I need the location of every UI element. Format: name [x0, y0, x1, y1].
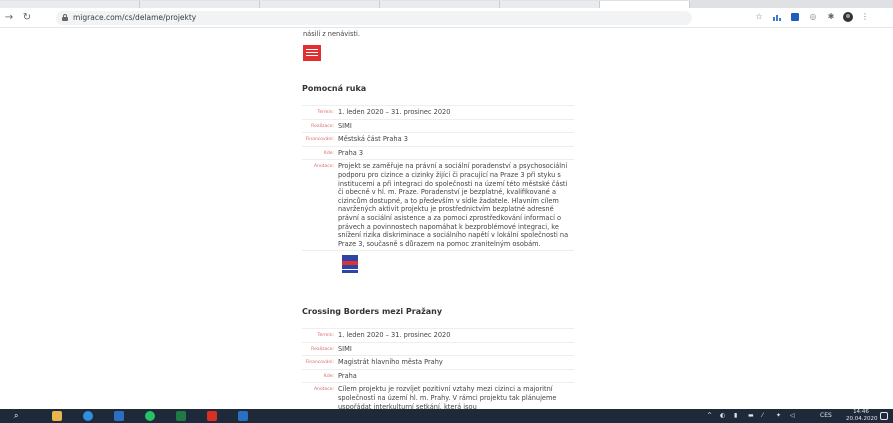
project-row-location: Kde: Praha	[302, 368, 574, 383]
project-row-annotation: Anotace: Cílem projektu je rozvíjet pozi…	[302, 382, 574, 409]
project-row-location: Kde: Praha 3	[302, 145, 574, 160]
browser-tab[interactable]	[260, 1, 380, 8]
forward-icon[interactable]: →	[2, 11, 16, 25]
display-icon[interactable]: ▬	[748, 412, 754, 420]
notifications-icon[interactable]	[880, 412, 888, 420]
clock[interactable]: 14:46 20.04.2020	[846, 409, 878, 422]
browser-toolbar: → ↻ migrace.com/cs/delame/projekty ☆ ◎ ✱…	[0, 8, 893, 28]
browser-tab-active[interactable]	[600, 1, 690, 8]
search-icon[interactable]: ⌕	[14, 411, 24, 421]
page-viewport: násilí z nenávisti. Pomocná ruka Termín:…	[0, 29, 893, 409]
volume-icon[interactable]: ◁	[790, 412, 795, 420]
network-icon[interactable]: ◐	[720, 412, 725, 420]
extension-icon[interactable]	[790, 12, 800, 22]
excel-icon[interactable]	[176, 411, 186, 421]
taskbar: ⌕ ^ ◐ ▮ ▬ ⁄ ✦ ◁ CES 14:46 20.04.2020	[0, 409, 893, 423]
lock-icon	[62, 14, 68, 21]
file-explorer-icon[interactable]	[52, 411, 62, 421]
star-icon[interactable]: ☆	[754, 12, 764, 22]
reload-icon[interactable]: ↻	[20, 11, 34, 25]
project-card: Crossing Borders mezi Pražany Termín: 1.…	[302, 307, 574, 409]
chrome-icon[interactable]	[83, 411, 93, 421]
extension-icon[interactable]: ◎	[808, 12, 818, 22]
puzzle-icon[interactable]: ✱	[826, 12, 836, 22]
tab-strip	[0, 0, 893, 8]
word-icon[interactable]	[238, 411, 248, 421]
project-card: Pomocná ruka Termín: 1. leden 2020 – 31.…	[302, 84, 574, 277]
pen-icon[interactable]: ⁄	[762, 412, 763, 420]
word-icon[interactable]	[114, 411, 124, 421]
tray-chevron-icon[interactable]: ^	[707, 412, 712, 420]
browser-tab[interactable]	[0, 1, 140, 8]
project-title[interactable]: Crossing Borders mezi Pražany	[302, 307, 574, 316]
clock-date: 20.04.2020	[846, 415, 878, 422]
language-indicator[interactable]: CES	[820, 412, 832, 420]
url-text: migrace.com/cs/delame/projekty	[73, 13, 197, 22]
project-row-funding: Financování: Magistrát hlavního města Pr…	[302, 355, 574, 369]
project-row-funding: Financování: Městská část Praha 3	[302, 132, 574, 146]
address-bar[interactable]: migrace.com/cs/delame/projekty	[56, 11, 692, 25]
previous-annotation-end: násilí z nenávisti.	[303, 30, 360, 38]
browser-tab[interactable]	[500, 1, 600, 8]
avatar[interactable]	[843, 12, 853, 22]
project-row-logo	[302, 250, 574, 277]
browser-tab[interactable]	[140, 1, 260, 8]
security-icon[interactable]: ✦	[776, 412, 781, 420]
browser-tab[interactable]	[380, 1, 500, 8]
project-row-implementer: Realizace: SIMI	[302, 341, 574, 356]
funder-logo[interactable]	[303, 45, 321, 61]
project-row-implementer: Realizace: SIMI	[302, 118, 574, 133]
battery-icon[interactable]: ▮	[734, 412, 737, 420]
acrobat-icon[interactable]	[207, 411, 217, 421]
menu-icon[interactable]: ⋮	[860, 12, 870, 22]
project-row-term: Termín: 1. leden 2020 – 31. prosinec 202…	[302, 328, 574, 342]
whatsapp-icon[interactable]	[145, 411, 155, 421]
extension-icon[interactable]	[772, 12, 782, 22]
project-title[interactable]: Pomocná ruka	[302, 84, 574, 93]
project-row-annotation: Anotace: Projekt se zaměřuje na právní a…	[302, 159, 574, 250]
praha3-logo[interactable]	[342, 255, 358, 274]
project-row-term: Termín: 1. leden 2020 – 31. prosinec 202…	[302, 105, 574, 119]
